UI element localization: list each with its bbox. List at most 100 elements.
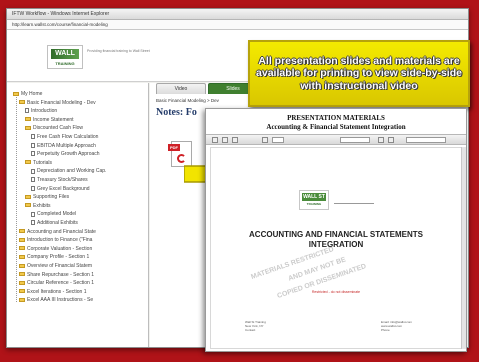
sidebar-tree-item[interactable]: Accounting and Financial State (19, 229, 96, 235)
find-field[interactable] (406, 137, 446, 143)
info-banner: All presentation slides and materials ar… (248, 40, 470, 107)
sidebar-tree-item[interactable]: Excel AAA III Instructions - Se (19, 297, 93, 303)
sidebar-tree-item[interactable]: My Home (13, 91, 42, 97)
sidebar-item-label: Exhibits (33, 202, 51, 209)
folder-icon (19, 100, 25, 105)
sidebar-item-label: Perpetuity Growth Approach (37, 151, 100, 158)
sidebar-tree-item[interactable]: Supporting Files (25, 194, 69, 200)
sidebar-tree-item[interactable]: Circular Reference - Section 1 (19, 280, 94, 286)
sidebar-tree-item[interactable]: Income Statement (25, 117, 74, 123)
page-icon (31, 211, 35, 217)
sidebar-tree-item[interactable]: Perpetuity Growth Approach (31, 151, 100, 157)
page-up-icon[interactable] (262, 137, 268, 143)
sidebar-item-label: Overview of Financial Statem (27, 263, 93, 269)
folder-icon (19, 289, 25, 294)
zoom-field[interactable] (340, 137, 370, 143)
sidebar-item-label: Introduction (31, 108, 58, 115)
page-icon (25, 108, 29, 114)
page-number-field[interactable] (272, 137, 284, 143)
sidebar-tree-item[interactable]: Excel Iterations - Section 1 (19, 289, 86, 295)
pdf-badge: PDF (168, 144, 180, 151)
sidebar-item-label: Introduction to Finance ("Fina (27, 237, 93, 244)
sidebar-item-label: Tutorials (33, 159, 52, 166)
sidebar-item-label: Excel AAA III Instructions - Se (27, 297, 94, 304)
notes-title: Notes: Fo (156, 107, 197, 118)
sidebar-tree-item[interactable]: Introduction (25, 108, 57, 114)
folder-icon (19, 263, 25, 268)
save-icon[interactable] (222, 137, 228, 143)
footer-left-line: Contact (245, 328, 256, 332)
folder-icon (13, 91, 19, 96)
site-logo[interactable]: WALL ST TRAINING (47, 45, 83, 69)
sidebar-tree-item[interactable]: Exhibits (25, 203, 51, 209)
footer-right: Email: info@wallst.com www.wallst.com Ph… (381, 320, 412, 332)
sidebar-tree-item[interactable]: Company Profile - Section 1 (19, 254, 89, 260)
sidebar-item-label: Excel Iterations - Section 1 (27, 288, 87, 295)
sidebar-tree-item[interactable]: EBITDA Multiple Approach (31, 143, 96, 149)
sidebar-item-label: Treasury Stock/Shares (37, 177, 88, 183)
folder-icon (19, 237, 25, 242)
sidebar-tree-item[interactable]: Corporate Valuation - Section (19, 246, 92, 252)
sidebar-tree-item[interactable]: Tutorials (25, 160, 52, 166)
page-icon (31, 134, 35, 140)
tree-connector-line (16, 97, 17, 302)
sidebar-item-label: My Home (21, 91, 43, 97)
sidebar-item-label: Depreciation and Working Cap. (37, 168, 107, 175)
page-icon (31, 220, 35, 226)
sidebar-item-label: EBITDA Multiple Approach (37, 142, 96, 149)
folder-icon (19, 255, 25, 260)
folder-icon (25, 160, 31, 165)
sidebar-tree-item[interactable]: Overview of Financial Statem (19, 263, 92, 269)
page-icon (31, 177, 35, 183)
folder-icon (19, 272, 25, 277)
folder-icon (25, 126, 31, 131)
pdf-heading: PRESENTATION MATERIALS (287, 114, 385, 122)
sidebar-tree-item[interactable]: Basic Financial Modeling - Dev (19, 100, 96, 106)
breadcrumb[interactable]: Basic Financial Modeling > Dev (156, 98, 219, 103)
folder-icon (25, 194, 31, 199)
sidebar-item-label: Free Cash Flow Calculation (37, 134, 99, 140)
document-title-line2: INTEGRATION (308, 240, 364, 249)
tab-video[interactable]: Video (156, 83, 206, 94)
banner-text: All presentation slides and materials ar… (256, 54, 462, 92)
sidebar-item-label: Circular Reference - Section 1 (27, 280, 94, 287)
pdf-page: WALL ST TRAINING ACCOUNTING AND FINANCIA… (210, 147, 462, 349)
sidebar-tree-item[interactable]: Discounted Cash Flow (25, 125, 83, 131)
pdf-scrollbar[interactable] (461, 147, 466, 349)
sidebar-item-label: Basic Financial Modeling - Dev (27, 99, 96, 106)
sidebar-tree-item[interactable]: Completed Model (31, 211, 76, 217)
sidebar-tree-item[interactable]: Share Repurchase - Section 1 (19, 272, 94, 278)
footer-right-line: Phone (381, 328, 390, 332)
address-bar[interactable]: http://learn.wallst.com/course/financial… (7, 20, 468, 30)
logo-sub-text: TRAINING (55, 61, 75, 66)
sidebar-item-label: Supporting Files (33, 194, 70, 201)
restricted-note: Restricted - do not disseminate (311, 290, 361, 294)
sidebar-item-label: Accounting and Financial State (27, 228, 96, 235)
page-logo-main: WALL ST (302, 193, 326, 201)
sidebar-item-label: Company Profile - Section 1 (27, 254, 90, 261)
sidebar-tree-item[interactable]: Free Cash Flow Calculation (31, 134, 98, 140)
site-tagline: Providing financial training to Wall Str… (87, 49, 150, 53)
sidebar-tree-item[interactable]: Treasury Stock/Shares (31, 177, 88, 183)
print-icon[interactable] (212, 137, 218, 143)
document-title-line1: ACCOUNTING AND FINANCIAL STATEMENTS (249, 230, 423, 239)
page-icon (31, 168, 35, 174)
page-icon (31, 151, 35, 157)
page-icon (31, 185, 35, 191)
logo-rule (334, 203, 374, 204)
sidebar-item-label: Corporate Valuation - Section (27, 245, 93, 252)
folder-icon (19, 280, 25, 285)
sidebar-item-label: Grey Excel Background (37, 185, 90, 192)
sidebar-tree-item[interactable]: Grey Excel Background (31, 186, 90, 192)
sidebar-item-label: Completed Model (37, 211, 77, 218)
sidebar-tree-item[interactable]: Introduction to Finance ("Fina (19, 237, 92, 243)
zoom-in-icon[interactable] (378, 137, 384, 143)
sidebar-tree-item[interactable]: Additional Exhibits (31, 220, 78, 226)
zoom-out-icon[interactable] (388, 137, 394, 143)
folder-icon (19, 298, 25, 303)
sidebar-tree-item[interactable]: Depreciation and Working Cap. (31, 168, 106, 174)
sidebar-item-label: Discounted Cash Flow (33, 125, 84, 132)
sidebar-item-label: Additional Exhibits (37, 220, 78, 226)
email-icon[interactable] (232, 137, 238, 143)
folder-icon (19, 246, 25, 251)
